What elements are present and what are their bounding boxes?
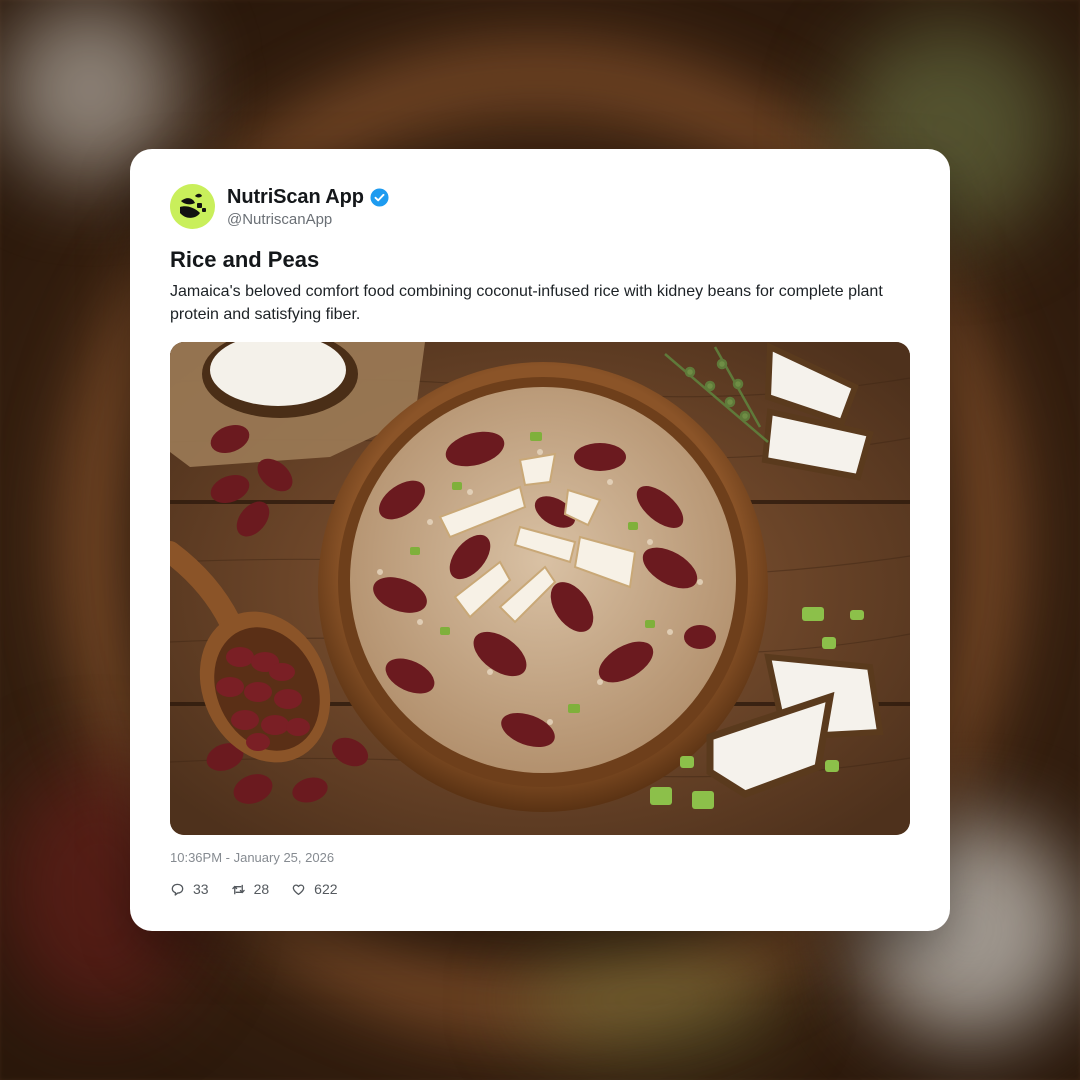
- display-name[interactable]: NutriScan App: [227, 186, 364, 209]
- post-header: NutriScan App @NutriscanApp: [170, 184, 389, 229]
- reply-count: 33: [193, 881, 209, 897]
- verified-check-icon: [370, 188, 389, 207]
- post-timestamp[interactable]: 10:36PM - January 25, 2026: [170, 850, 334, 865]
- rice-and-peas-photo: [170, 342, 910, 835]
- author-names: NutriScan App @NutriscanApp: [227, 186, 389, 228]
- post-card: NutriScan App @NutriscanApp Rice and Pea…: [130, 149, 950, 931]
- reply-bubble-icon: [171, 883, 184, 896]
- repost-button[interactable]: 28: [231, 881, 270, 897]
- like-count: 622: [314, 881, 338, 897]
- avatar[interactable]: [170, 184, 215, 229]
- engagement-stats: 33 28 622: [170, 881, 360, 897]
- repost-count: 28: [253, 881, 270, 897]
- leaf-logo-icon: [179, 193, 206, 218]
- background-blur-spot: [520, 940, 780, 1060]
- post-image[interactable]: [170, 342, 910, 835]
- like-button[interactable]: 622: [291, 881, 338, 897]
- post-description: Jamaica's beloved comfort food combining…: [170, 283, 883, 323]
- post-title: Rice and Peas: [170, 247, 320, 272]
- repost-arrows-icon: [231, 884, 245, 894]
- handle[interactable]: @NutriscanApp: [227, 211, 389, 228]
- heart-icon: [292, 883, 305, 895]
- reply-button[interactable]: 33: [170, 881, 209, 897]
